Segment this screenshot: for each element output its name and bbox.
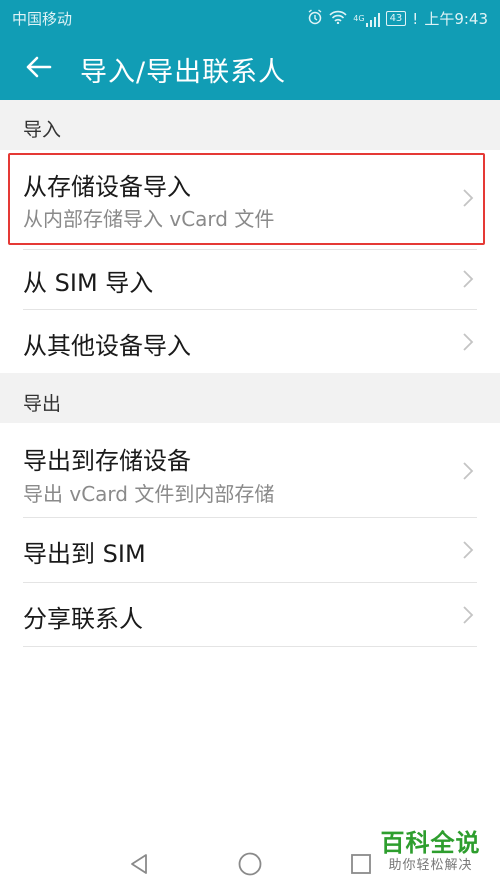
network-type-label: 4G <box>353 13 365 23</box>
battery-icon: 43 <box>385 11 407 26</box>
app-bar: 导入/导出联系人 <box>0 35 500 100</box>
recents-square-icon[interactable] <box>350 853 372 875</box>
wifi-icon <box>329 10 347 28</box>
home-circle-icon[interactable] <box>237 851 263 877</box>
item-title: 导出到 SIM <box>23 540 146 568</box>
share-contacts-item[interactable]: 分享联系人 <box>0 583 500 647</box>
section-header-import: 导入 <box>0 100 500 150</box>
item-title: 导出到存储设备 <box>23 447 191 475</box>
watermark-title: 百科全说 <box>380 829 481 857</box>
section-header-export: 导出 <box>0 373 500 423</box>
chevron-right-icon <box>463 606 474 624</box>
alarm-icon <box>307 8 323 29</box>
import-from-storage-item[interactable]: 从存储设备导入 从内部存储导入 vCard 文件 <box>0 150 500 250</box>
item-title: 分享联系人 <box>23 605 143 633</box>
chevron-right-icon <box>463 270 474 288</box>
watermark-logo: 百科全说 助你轻松解决 <box>373 829 488 875</box>
item-title: 从存储设备导入 <box>23 173 191 201</box>
chevron-right-icon <box>463 541 474 559</box>
chevron-right-icon <box>463 189 474 207</box>
chevron-right-icon <box>463 462 474 480</box>
arrow-left-icon[interactable] <box>22 51 54 83</box>
page-title: 导入/导出联系人 <box>80 57 287 88</box>
import-from-sim-item[interactable]: 从 SIM 导入 <box>0 250 500 310</box>
clock-label: 上午9:43 <box>424 10 488 28</box>
chevron-right-icon <box>463 333 474 351</box>
export-to-storage-item[interactable]: 导出到存储设备 导出 vCard 文件到内部存储 <box>0 423 500 518</box>
item-subtitle: 导出 vCard 文件到内部存储 <box>23 482 275 506</box>
item-title: 从 SIM 导入 <box>23 269 154 297</box>
back-triangle-icon[interactable] <box>128 852 150 876</box>
battery-alert-label: ! <box>412 9 419 28</box>
signal-icon: 4G <box>353 11 380 27</box>
item-subtitle: 从内部存储导入 vCard 文件 <box>23 207 275 231</box>
item-title: 从其他设备导入 <box>23 332 191 360</box>
status-icons: 4G 43 ! 上午9:43 <box>307 8 488 29</box>
divider <box>23 646 477 647</box>
export-to-sim-item[interactable]: 导出到 SIM <box>0 518 500 583</box>
watermark-subtitle: 助你轻松解决 <box>388 858 473 873</box>
carrier-label: 中国移动 <box>12 10 73 28</box>
import-from-other-device-item[interactable]: 从其他设备导入 <box>0 310 500 373</box>
status-bar: 中国移动 4G 43 ! 上午9:43 <box>0 0 500 35</box>
